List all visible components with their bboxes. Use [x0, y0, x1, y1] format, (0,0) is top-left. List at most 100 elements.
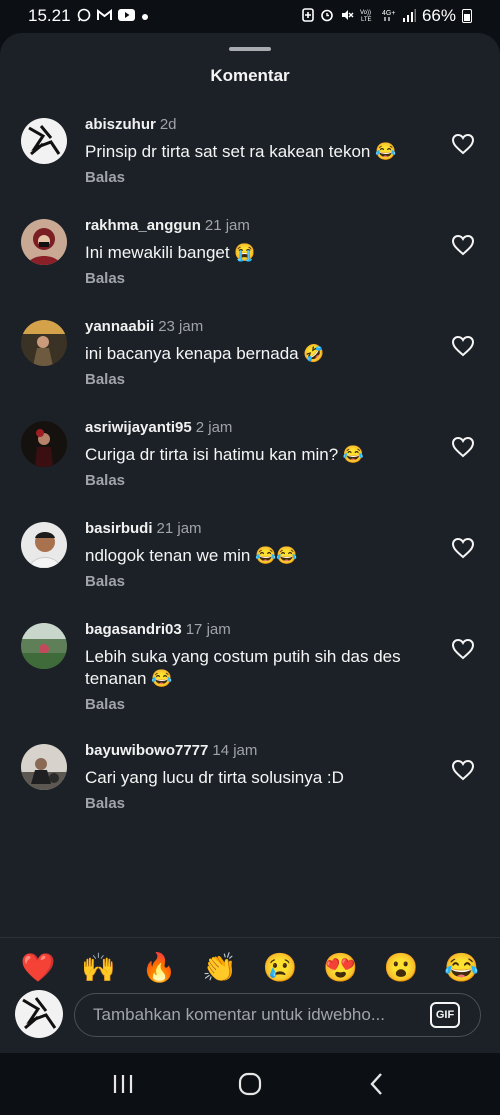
comment-time: 2 jam	[195, 419, 233, 436]
reply-button[interactable]: Balas	[85, 169, 425, 186]
back-icon[interactable]	[357, 1064, 397, 1104]
comment-header: bagasandri03 17 jam	[85, 620, 425, 640]
comment-username[interactable]: rakhma_anggun	[85, 217, 201, 234]
avatar[interactable]	[21, 623, 67, 669]
comment-header: bayuwibowo7777 14 jam	[85, 741, 425, 761]
comment-item: asriwijayanti95 2 jam Curiga dr tirta isi…	[0, 416, 500, 517]
status-left: 15.21	[28, 6, 149, 26]
comment-username[interactable]: basirbudi	[85, 520, 153, 537]
comment-text: Curiga dr tirta isi hatimu kan min? 😂	[85, 445, 365, 464]
like-heart-icon[interactable]	[451, 638, 475, 660]
comment-text: ini bacanya kenapa bernada 🤣	[85, 344, 325, 363]
comment-username[interactable]: bayuwibowo7777	[85, 742, 208, 759]
comment-username[interactable]: abiszuhur	[85, 116, 156, 133]
comment-list: abiszuhur 2d Prinsip dr tirta sat set ra …	[0, 113, 500, 840]
emoji-quick-bar: ❤️ 🙌 🔥 👏 😢 😍 😮 😂	[0, 947, 500, 987]
dot-icon	[141, 9, 149, 23]
svg-text:LTE: LTE	[361, 17, 372, 22]
alarm-icon	[320, 8, 334, 24]
avatar[interactable]	[21, 118, 67, 164]
emoji-clap[interactable]: 👏	[202, 951, 237, 984]
comment-header: yannaabii 23 jam	[85, 317, 425, 337]
like-heart-icon[interactable]	[451, 436, 475, 458]
gif-button[interactable]: GIF	[430, 1002, 460, 1028]
emoji-raised-hands[interactable]: 🙌	[81, 951, 116, 984]
emoji-laughing[interactable]: 😂	[444, 951, 479, 984]
comment-body: bagasandri03 17 jam Lebih suka yang costu…	[85, 620, 425, 713]
comment-header: basirbudi 21 jam	[85, 519, 425, 539]
comment-text: Lebih suka yang costum putih sih das des…	[85, 647, 401, 688]
avatar[interactable]	[21, 219, 67, 265]
comment-header: rakhma_anggun 21 jam	[85, 216, 425, 236]
svg-text:4G+: 4G+	[382, 10, 395, 17]
comment-item: yannaabii 23 jam ini bacanya kenapa berna…	[0, 315, 500, 416]
status-right: Vo)) LTE 4G+ 66%	[302, 6, 472, 26]
status-time: 15.21	[28, 6, 71, 25]
4g-icon: 4G+	[382, 8, 396, 24]
emoji-fire[interactable]: 🔥	[142, 951, 177, 984]
svg-text:Vo)): Vo))	[360, 10, 371, 16]
recent-apps-icon[interactable]	[103, 1064, 143, 1104]
home-icon[interactable]	[230, 1064, 270, 1104]
comment-username[interactable]: bagasandri03	[85, 621, 182, 638]
emoji-heart-eyes[interactable]: 😍	[323, 951, 358, 984]
comment-composer: GIF	[0, 990, 500, 1042]
reply-button[interactable]: Balas	[85, 573, 425, 590]
avatar[interactable]	[21, 744, 67, 790]
comment-time: 21 jam	[156, 520, 202, 537]
volte-icon: Vo)) LTE	[360, 8, 376, 24]
reply-button[interactable]: Balas	[85, 371, 425, 388]
like-heart-icon[interactable]	[451, 335, 475, 357]
reply-button[interactable]: Balas	[85, 472, 425, 489]
comment-time: 21 jam	[204, 217, 250, 234]
comment-text: Cari yang lucu dr tirta solusinya :D	[85, 768, 344, 787]
reply-button[interactable]: Balas	[85, 696, 425, 713]
like-heart-icon[interactable]	[451, 133, 475, 155]
sheet-title: Komentar	[210, 66, 290, 85]
comment-body: yannaabii 23 jam ini bacanya kenapa berna…	[85, 317, 425, 388]
comment-text: Ini mewakili banget 😭	[85, 243, 256, 262]
comment-item: bagasandri03 17 jam Lebih suka yang costu…	[0, 618, 500, 739]
avatar[interactable]	[21, 522, 67, 568]
comment-header: asriwijayanti95 2 jam	[85, 418, 425, 438]
comment-body: abiszuhur 2d Prinsip dr tirta sat set ra …	[85, 115, 425, 186]
like-heart-icon[interactable]	[451, 759, 475, 781]
comment-item: rakhma_anggun 21 jam Ini mewakili banget …	[0, 214, 500, 315]
comment-text: ndlogok tenan we min 😂😂	[85, 546, 298, 565]
battery-saver-icon	[302, 8, 314, 24]
status-bar: 15.21 Vo)) LTE 4G+ 66%	[0, 0, 500, 32]
emoji-surprised[interactable]: 😮	[384, 951, 419, 984]
drag-handle[interactable]	[229, 47, 271, 51]
battery-icon	[462, 9, 472, 23]
avatar	[15, 990, 63, 1038]
comment-text: Prinsip dr tirta sat set ra kakean tekon…	[85, 142, 397, 161]
battery-text: 66%	[421, 6, 456, 25]
whatsapp-icon	[77, 8, 91, 24]
avatar[interactable]	[21, 320, 67, 366]
mute-icon	[340, 8, 354, 24]
comment-item: abiszuhur 2d Prinsip dr tirta sat set ra …	[0, 113, 500, 214]
comment-body: asriwijayanti95 2 jam Curiga dr tirta isi…	[85, 418, 425, 489]
comment-header: abiszuhur 2d	[85, 115, 425, 135]
reply-button[interactable]: Balas	[85, 795, 425, 812]
signal-icon	[402, 8, 416, 24]
reply-button[interactable]: Balas	[85, 270, 425, 287]
comment-username[interactable]: asriwijayanti95	[85, 419, 192, 436]
emoji-heart[interactable]: ❤️	[21, 951, 56, 984]
comment-time: 23 jam	[158, 318, 204, 335]
composer-divider	[0, 937, 500, 938]
comment-time: 17 jam	[185, 621, 231, 638]
comment-username[interactable]: yannaabii	[85, 318, 154, 335]
like-heart-icon[interactable]	[451, 537, 475, 559]
gmail-icon	[96, 8, 112, 23]
like-heart-icon[interactable]	[451, 234, 475, 256]
comment-body: basirbudi 21 jam ndlogok tenan we min 😂😂 …	[85, 519, 425, 590]
system-nav-bar	[0, 1053, 500, 1115]
comment-time: 14 jam	[212, 742, 258, 759]
comment-item: bayuwibowo7777 14 jam Cari yang lucu dr t…	[0, 739, 500, 840]
comment-input[interactable]	[74, 993, 481, 1037]
avatar[interactable]	[21, 421, 67, 467]
emoji-crying[interactable]: 😢	[263, 951, 298, 984]
comment-body: bayuwibowo7777 14 jam Cari yang lucu dr t…	[85, 741, 425, 812]
youtube-icon	[117, 9, 135, 23]
